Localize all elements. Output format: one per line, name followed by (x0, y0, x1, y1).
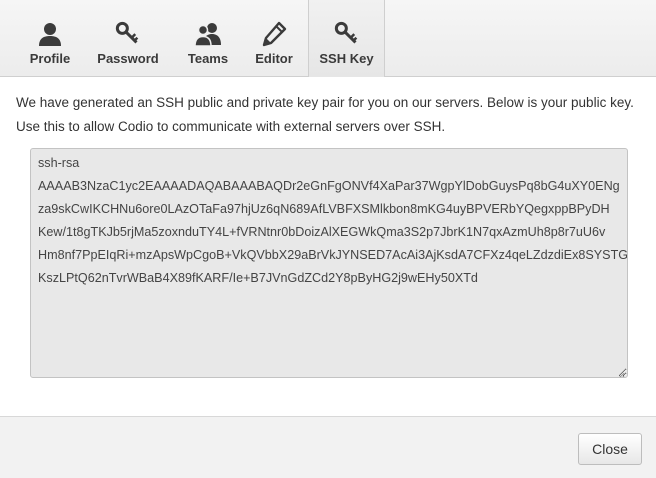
tab-profile-label: Profile (29, 51, 71, 66)
key-line: Kew/1t8gTKJb5rjMa5zoxnduTY4L+fVRNtnr0bDo… (38, 225, 606, 239)
key-line: KszLPtQ62nTvrWBaB4X89fKARF/Ie+B7JVnGdZCd… (38, 271, 478, 285)
key-line: AAAAB3NzaC1yc2EAAAADAQABAAABAQDr2eGnFgON… (38, 179, 620, 193)
tab-teams-label: Teams (187, 51, 229, 66)
tab-ssh-key-label: SSH Key (319, 51, 374, 66)
key-line: Hm8nf7PpEIqRi+mzApsWpCgoB+VkQVbbX29aBrVk… (38, 248, 628, 262)
settings-tab-bar: Profile Password Teams Editor SSH Key (0, 0, 656, 77)
key-icon (333, 20, 361, 48)
tab-profile[interactable]: Profile (14, 0, 86, 76)
team-icon (194, 20, 222, 48)
close-button[interactable]: Close (578, 433, 642, 465)
resize-handle-icon[interactable] (616, 366, 625, 377)
key-icon (114, 20, 142, 48)
tab-password-label: Password (97, 51, 159, 66)
key-line: za9skCwIKCHNu6ore0LAzOTaFa97hjUz6qN689Af… (38, 202, 610, 216)
dialog-footer: Close (0, 416, 656, 478)
tab-editor-label: Editor (255, 51, 293, 66)
key-line: ssh-rsa (38, 156, 80, 170)
pen-icon (260, 20, 288, 48)
tab-editor[interactable]: Editor (246, 0, 302, 76)
public-key-textarea[interactable]: ssh-rsa AAAAB3NzaC1yc2EAAAADAQABAAABAQDr… (30, 148, 628, 378)
user-icon (36, 20, 64, 48)
tab-password[interactable]: Password (90, 0, 166, 76)
tab-ssh-key[interactable]: SSH Key (308, 0, 385, 77)
ssh-key-panel: We have generated an SSH public and priv… (0, 77, 656, 416)
tab-teams[interactable]: Teams (174, 0, 242, 76)
ssh-key-description: We have generated an SSH public and priv… (16, 95, 634, 134)
